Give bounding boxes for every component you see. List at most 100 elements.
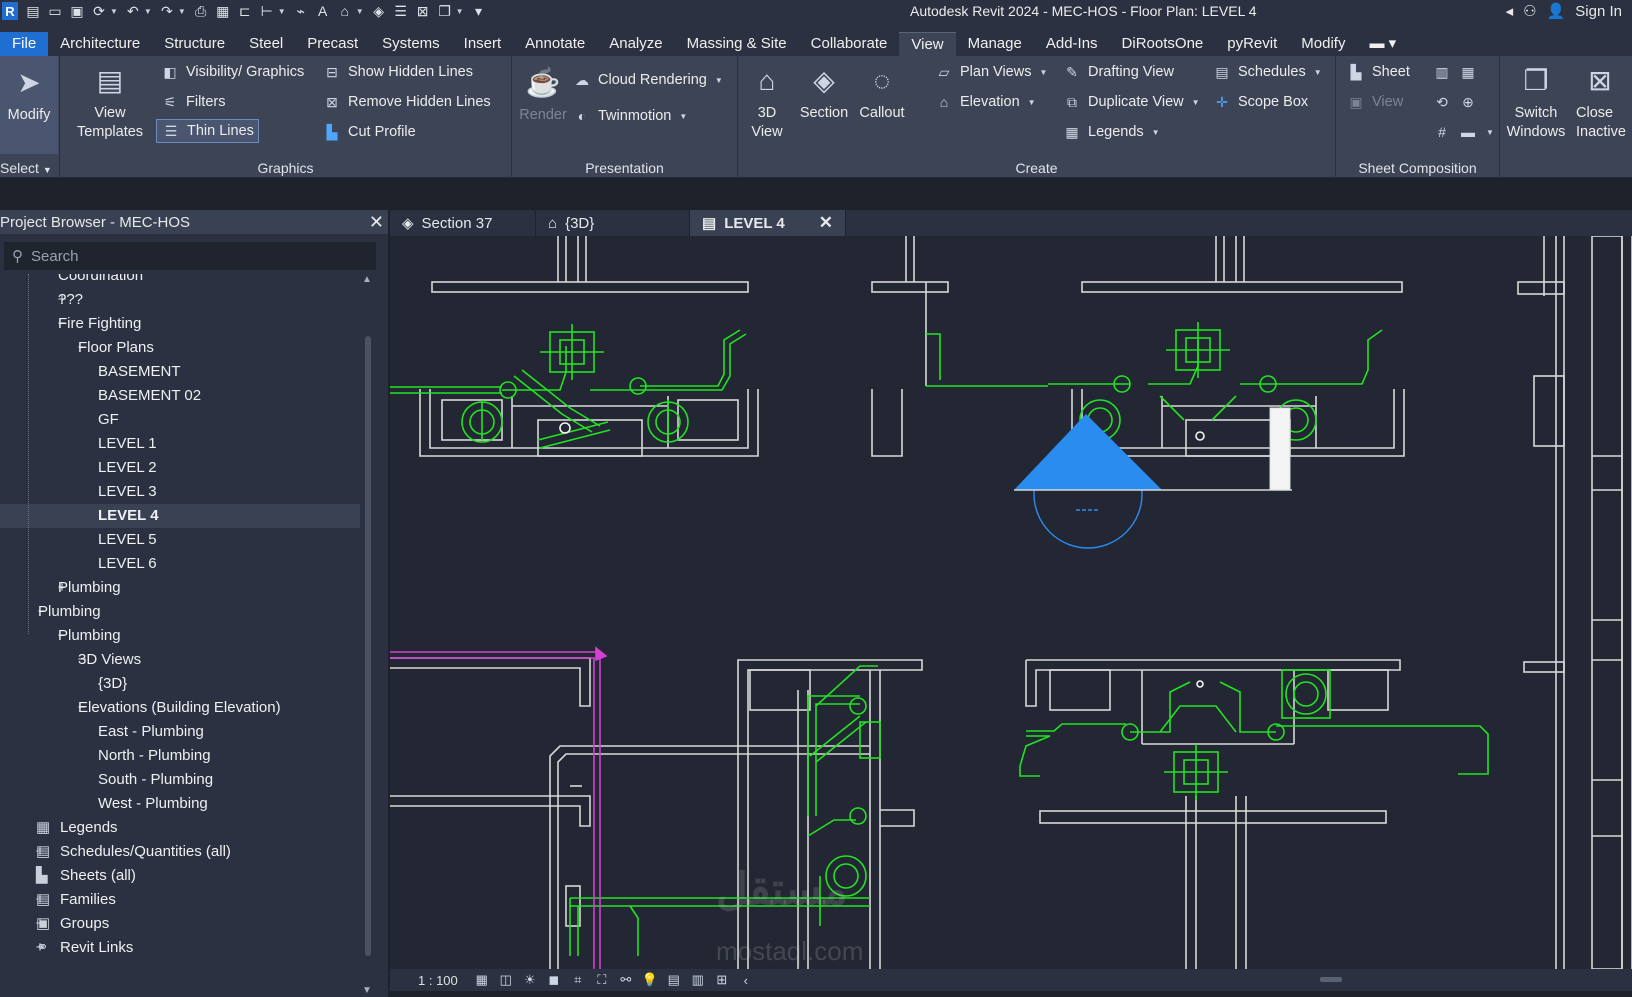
detail-level-icon[interactable]: ▦ — [470, 972, 494, 988]
browser-tree-item[interactable]: Sheets (all) — [60, 864, 136, 888]
browser-tree-item[interactable]: Groups — [60, 912, 109, 936]
browser-tree-item[interactable]: Plumbing — [58, 624, 121, 648]
plan-views-button[interactable]: ▱ Plan Views ▼ — [934, 62, 1048, 82]
legends-button[interactable]: ▦ Legends ▼ — [1062, 122, 1159, 142]
section-view-icon[interactable]: ◈ — [368, 0, 390, 22]
tab-file[interactable]: File — [0, 32, 49, 56]
tab-steel[interactable]: Steel — [237, 32, 295, 56]
sync-icon[interactable]: ⟳ — [88, 0, 110, 22]
browser-tree-item[interactable]: LEVEL 4 — [98, 504, 159, 528]
browser-tree-item[interactable]: Floor Plans — [78, 336, 154, 360]
tab-modify[interactable]: Modify — [1289, 32, 1357, 56]
open-icon[interactable]: ▭ — [44, 0, 66, 22]
worksharing-icon[interactable]: ▥ — [686, 972, 710, 988]
browser-tree-item[interactable]: BASEMENT — [98, 360, 181, 384]
browser-tree-item[interactable]: LEVEL 2 — [98, 456, 157, 480]
browser-tree-item[interactable]: LEVEL 6 — [98, 552, 157, 576]
tab-add-ins[interactable]: Add-Ins — [1034, 32, 1110, 56]
home-icon[interactable]: ⌂ — [334, 0, 356, 22]
browser-tree-item[interactable]: East - Plumbing — [98, 720, 204, 744]
browser-tree-item[interactable]: GF — [98, 408, 119, 432]
reveal-hidden-icon[interactable]: 💡 — [638, 972, 662, 988]
tab-precast[interactable]: Precast — [295, 32, 370, 56]
cloud-rendering-button[interactable]: ☁ Cloud Rendering ▼ — [572, 70, 723, 90]
drafting-view-button[interactable]: ✎ Drafting View — [1062, 62, 1174, 82]
arrow-left-icon[interactable]: ◂ — [1506, 2, 1514, 20]
browser-scroll-thumb[interactable] — [365, 336, 371, 956]
drawing-canvas[interactable]: مستقل mostaql.com — [390, 236, 1632, 969]
browser-tree-item[interactable]: ??? — [58, 288, 83, 312]
text-icon[interactable]: A — [312, 0, 334, 22]
customize-icon[interactable]: ▾ — [468, 0, 490, 22]
browser-tree-item[interactable]: Revit Links — [60, 936, 133, 960]
view-templates-button[interactable]: ▤ View Templates — [70, 60, 150, 142]
redo-icon[interactable]: ↷ — [156, 0, 178, 22]
undo-icon[interactable]: ↶ — [122, 0, 144, 22]
chevron-down-icon[interactable]: ▼ — [356, 7, 364, 16]
horizontal-scroll-thumb[interactable] — [1320, 977, 1342, 982]
browser-tree-item[interactable]: Coordination — [58, 274, 143, 288]
thin-lines-icon[interactable]: ☰ — [390, 0, 412, 22]
browser-tree-item[interactable]: Fire Fighting — [58, 312, 141, 336]
sheet-button[interactable]: ▙ Sheet — [1346, 62, 1410, 82]
select-dropdown[interactable]: Select ▼ — [0, 160, 59, 176]
scope-box-button[interactable]: ✛ Scope Box — [1212, 92, 1308, 112]
browser-tree-item[interactable]: North - Plumbing — [98, 744, 211, 768]
close-icon[interactable]: ✕ — [819, 213, 833, 233]
browser-tree-item[interactable]: Plumbing — [58, 576, 121, 600]
twinmotion-button[interactable]: ◐ Twinmotion ▼ — [572, 106, 688, 126]
viewports-button[interactable]: # ▬ ▼ — [1432, 122, 1494, 142]
temporary-hide-icon[interactable]: ⚯ — [614, 972, 638, 988]
crop-view-icon[interactable]: ⌗ — [566, 972, 590, 988]
cut-profile-button[interactable]: ▙ Cut Profile — [322, 122, 416, 142]
search-input[interactable]: Search — [31, 248, 79, 265]
render-button[interactable]: ☕ Render — [518, 62, 568, 125]
browser-tree-item[interactable]: West - Plumbing — [98, 792, 208, 816]
modify-button[interactable]: ➤ Modify — [0, 56, 58, 154]
tab-annotate[interactable]: Annotate — [513, 32, 597, 56]
annotate-icon[interactable]: ▦ — [212, 0, 234, 22]
visibility-graphics-button[interactable]: ◧ Visibility/ Graphics — [160, 62, 304, 82]
matchline-button[interactable]: ⟲ ⊕ — [1432, 92, 1478, 112]
thin-lines-button[interactable]: ☰ Thin Lines — [156, 119, 259, 143]
tab-manage[interactable]: Manage — [956, 32, 1034, 56]
browser-tree-item[interactable]: Plumbing — [38, 600, 101, 624]
switch-windows-icon[interactable]: ❐ — [434, 0, 456, 22]
print-icon[interactable]: ⎙ — [190, 0, 212, 22]
browser-scrollbar[interactable]: ▲ ▼ — [362, 274, 374, 996]
floor-plan-drawing[interactable] — [390, 236, 1632, 969]
binoculars-icon[interactable]: ⚇ — [1523, 2, 1536, 20]
tag-icon[interactable]: ⌁ — [290, 0, 312, 22]
scroll-up-icon[interactable]: ▲ — [362, 274, 372, 285]
tab-structure[interactable]: Structure — [152, 32, 237, 56]
browser-tree-item[interactable]: Schedules/Quantities (all) — [60, 840, 231, 864]
view-3d-button[interactable]: ⌂ 3D View — [742, 60, 792, 142]
browser-tree-item[interactable]: 3D Views — [78, 648, 141, 672]
tab-massing-site[interactable]: Massing & Site — [675, 32, 799, 56]
section-head-marker[interactable] — [1014, 407, 1292, 549]
close-hidden-icon[interactable]: ⊠ — [412, 0, 434, 22]
tab-dirootsone[interactable]: DiRootsOne — [1110, 32, 1216, 56]
chevron-down-icon[interactable]: ▼ — [456, 7, 464, 16]
browser-search-box[interactable]: ⚲ Search — [4, 242, 376, 270]
sign-in-link[interactable]: Sign In — [1575, 3, 1622, 20]
tab-architecture[interactable]: Architecture — [48, 32, 152, 56]
sun-path-icon[interactable]: ☀ — [518, 972, 542, 988]
callout-button[interactable]: ◌ Callout — [854, 60, 910, 123]
temporary-properties-icon[interactable]: ▤ — [662, 972, 686, 988]
ribbon-toggle-icon[interactable]: ▬ ▾ — [1357, 32, 1408, 56]
chevron-down-icon[interactable]: ▼ — [178, 7, 186, 16]
browser-tree-item[interactable]: {3D} — [98, 672, 127, 696]
chevron-left-icon[interactable]: ‹ — [734, 973, 758, 988]
chevron-down-icon[interactable]: ▼ — [278, 7, 286, 16]
tab-systems[interactable]: Systems — [370, 32, 452, 56]
tab-view[interactable]: View — [899, 32, 956, 56]
browser-tree-item[interactable]: LEVEL 1 — [98, 432, 157, 456]
close-inactive-button[interactable]: ⊠ Close Inactive — [1576, 60, 1632, 142]
elevation-button[interactable]: ⌂ Elevation ▼ — [934, 92, 1036, 112]
show-hidden-lines-button[interactable]: ⊟ Show Hidden Lines — [322, 62, 473, 82]
schedules-button[interactable]: ▤ Schedules ▼ — [1212, 62, 1321, 82]
dimension-icon[interactable]: ⊢ — [256, 0, 278, 22]
browser-tree-item[interactable]: Elevations (Building Elevation) — [78, 696, 281, 720]
doc-tab-3d[interactable]: ⌂ {3D} — [536, 210, 690, 236]
